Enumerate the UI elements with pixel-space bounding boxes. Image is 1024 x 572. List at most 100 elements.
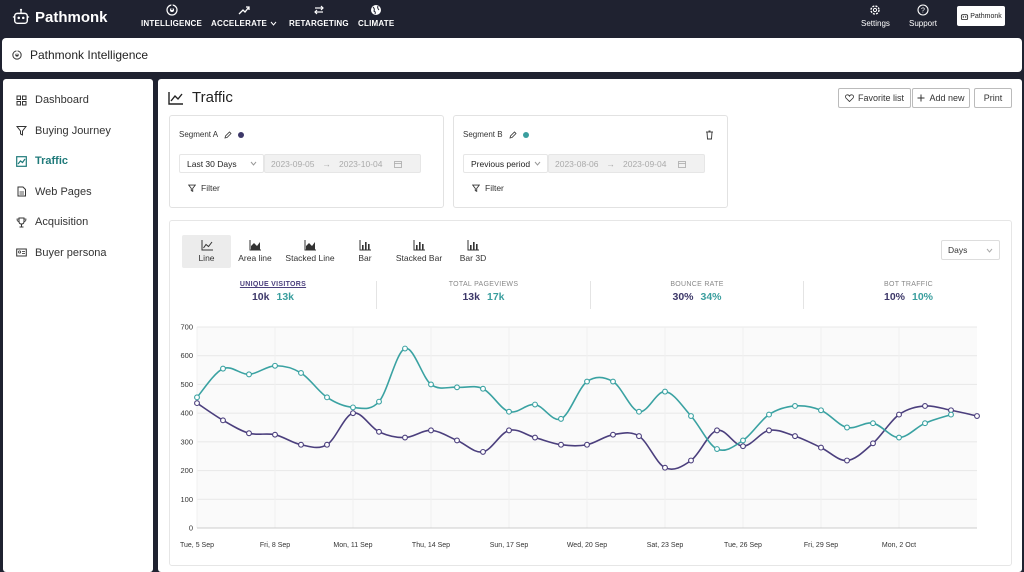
- segment-a-card: Segment A Last 30 Days 2023-09-05 → 2023…: [169, 115, 444, 208]
- metric-total-pageviews[interactable]: TOTAL PAGEVIEWS 13k 17k: [377, 281, 590, 311]
- nav-accelerate[interactable]: ACCELERATE: [211, 4, 277, 28]
- granularity-select[interactable]: Days: [941, 240, 1000, 260]
- area-chart-icon: [249, 240, 261, 251]
- metric-label: UNIQUE VISITORS: [239, 281, 307, 288]
- sidebar-item-traffic[interactable]: Traffic: [3, 146, 153, 177]
- trend-up-icon: [238, 6, 250, 15]
- settings-button[interactable]: Settings: [861, 4, 890, 28]
- sidebar-item-dashboard[interactable]: Dashboard: [3, 85, 153, 116]
- segment-b-data-point: [506, 408, 512, 415]
- metric-value-b: 10%: [912, 291, 934, 303]
- help-icon: ?: [917, 4, 929, 16]
- segment-a-data-point: [584, 441, 590, 448]
- account-button[interactable]: Pathmonk: [957, 6, 1005, 26]
- segment-a-data-point: [454, 437, 460, 444]
- y-tick-label: 500: [180, 380, 193, 389]
- sidebar-item-buyer-persona[interactable]: Buyer persona: [3, 238, 153, 269]
- stacked-bar-icon: [413, 240, 425, 251]
- segment-a-filter-label: Filter: [201, 183, 220, 193]
- segment-a-date-from: 2023-09-05: [271, 158, 315, 169]
- segment-b-date-range[interactable]: 2023-08-06 → 2023-09-04: [548, 154, 705, 173]
- x-tick-label: Thu, 14 Sep: [412, 542, 450, 549]
- segment-b-data-point: [948, 411, 954, 418]
- calendar-icon: [394, 160, 403, 168]
- print-button[interactable]: Print: [974, 88, 1012, 108]
- segment-b-filter-button[interactable]: Filter: [472, 183, 504, 193]
- nav-climate[interactable]: CLIMATE: [358, 4, 394, 28]
- stacked-line-icon: [304, 240, 316, 251]
- segment-a-data-point: [688, 457, 694, 464]
- chart-type-stacked-line[interactable]: Stacked Line: [282, 235, 338, 268]
- brand-logo[interactable]: Pathmonk: [12, 8, 108, 26]
- sidebar-item-buying-journey[interactable]: Buying Journey: [3, 116, 153, 147]
- segment-a-data-point: [428, 427, 434, 434]
- segment-b-date-from: 2023-08-06: [555, 158, 599, 169]
- segment-b-data-point: [376, 398, 382, 405]
- chart-type-stacked-line-label: Stacked Line: [285, 253, 335, 263]
- segment-b-data-point: [272, 362, 278, 369]
- segment-a-filter-button[interactable]: Filter: [188, 183, 220, 193]
- chevron-down-icon: [534, 161, 541, 166]
- segment-b-period-value: Previous period: [471, 158, 531, 169]
- heart-icon: [845, 94, 854, 102]
- segment-b-data-point: [662, 388, 668, 395]
- sidebar-item-web-pages[interactable]: Web Pages: [3, 177, 153, 208]
- segment-a-data-point: [298, 441, 304, 448]
- segment-a-data-point: [558, 441, 564, 448]
- segment-a-data-point: [870, 440, 876, 447]
- top-navigation-bar: Pathmonk INTELLIGENCE ACCELERATE RETARGE…: [0, 0, 1024, 36]
- metric-label: BOT TRAFFIC: [884, 281, 933, 288]
- x-tick-label: Fri, 8 Sep: [260, 542, 290, 549]
- bar-3d-icon: [467, 240, 479, 251]
- chart-line-icon: [168, 91, 183, 105]
- trash-icon[interactable]: [705, 130, 714, 140]
- segment-a-data-point: [532, 434, 538, 441]
- segment-a-data-point: [740, 443, 746, 450]
- segment-b-data-point: [220, 365, 226, 372]
- robot-logo-icon: [12, 8, 30, 25]
- sidebar-item-label: Acquisition: [35, 216, 89, 229]
- segment-a-data-point: [506, 427, 512, 434]
- x-tick-label: Fri, 29 Sep: [804, 542, 838, 549]
- chart-type-stacked-bar[interactable]: Stacked Bar: [392, 235, 446, 268]
- chart-type-bar[interactable]: Bar: [351, 235, 379, 268]
- metric-bounce-rate[interactable]: BOUNCE RATE 30% 34%: [591, 281, 803, 311]
- pencil-icon[interactable]: [509, 130, 517, 139]
- segment-b-data-point: [454, 384, 460, 391]
- metric-bot-traffic[interactable]: BOT TRAFFIC 10% 10%: [804, 281, 1013, 311]
- repeat-icon: [314, 5, 324, 15]
- segment-b-data-point: [714, 446, 720, 452]
- segment-a-data-point: [324, 441, 330, 448]
- chart-type-line-label: Line: [198, 253, 215, 263]
- pencil-icon[interactable]: [224, 130, 232, 139]
- plus-icon: [917, 94, 925, 102]
- sidebar-item-acquisition[interactable]: Acquisition: [3, 207, 153, 238]
- calendar-icon: [678, 160, 687, 168]
- chevron-down-icon: [250, 161, 257, 166]
- nav-intelligence[interactable]: INTELLIGENCE: [141, 4, 202, 28]
- support-button[interactable]: ? Support: [909, 4, 937, 28]
- segment-b-color-dot: [522, 131, 529, 138]
- y-tick-label: 0: [189, 524, 193, 533]
- line-chart-icon: [201, 240, 213, 251]
- metric-value-b: 34%: [700, 291, 722, 303]
- chart-type-bar-3d[interactable]: Bar 3D: [456, 235, 490, 268]
- segment-a-data-point: [818, 444, 824, 451]
- segment-b-data-point: [584, 378, 590, 385]
- nav-retargeting[interactable]: RETARGETING: [289, 4, 349, 28]
- add-new-button[interactable]: Add new: [912, 88, 970, 108]
- x-tick-label: Mon, 2 Oct: [882, 542, 916, 549]
- favorite-list-button[interactable]: Favorite list: [838, 88, 911, 108]
- segment-a-period-select[interactable]: Last 30 Days: [179, 154, 264, 173]
- chart-type-line[interactable]: Line: [182, 235, 231, 268]
- segment-a-data-point: [246, 430, 252, 437]
- segment-a-data-point: [896, 411, 902, 418]
- metric-unique-visitors[interactable]: UNIQUE VISITORS 10k 13k: [170, 281, 376, 311]
- segment-b-period-select[interactable]: Previous period: [463, 154, 548, 173]
- segment-a-date-to: 2023-10-04: [338, 158, 383, 169]
- x-tick-label: Sat, 23 Sep: [647, 542, 684, 549]
- chart-type-area-line[interactable]: Area line: [234, 235, 276, 268]
- add-new-label: Add new: [929, 93, 965, 103]
- module-title: Pathmonk Intelligence: [30, 48, 149, 62]
- segment-a-date-range[interactable]: 2023-09-05 → 2023-10-04: [264, 154, 421, 173]
